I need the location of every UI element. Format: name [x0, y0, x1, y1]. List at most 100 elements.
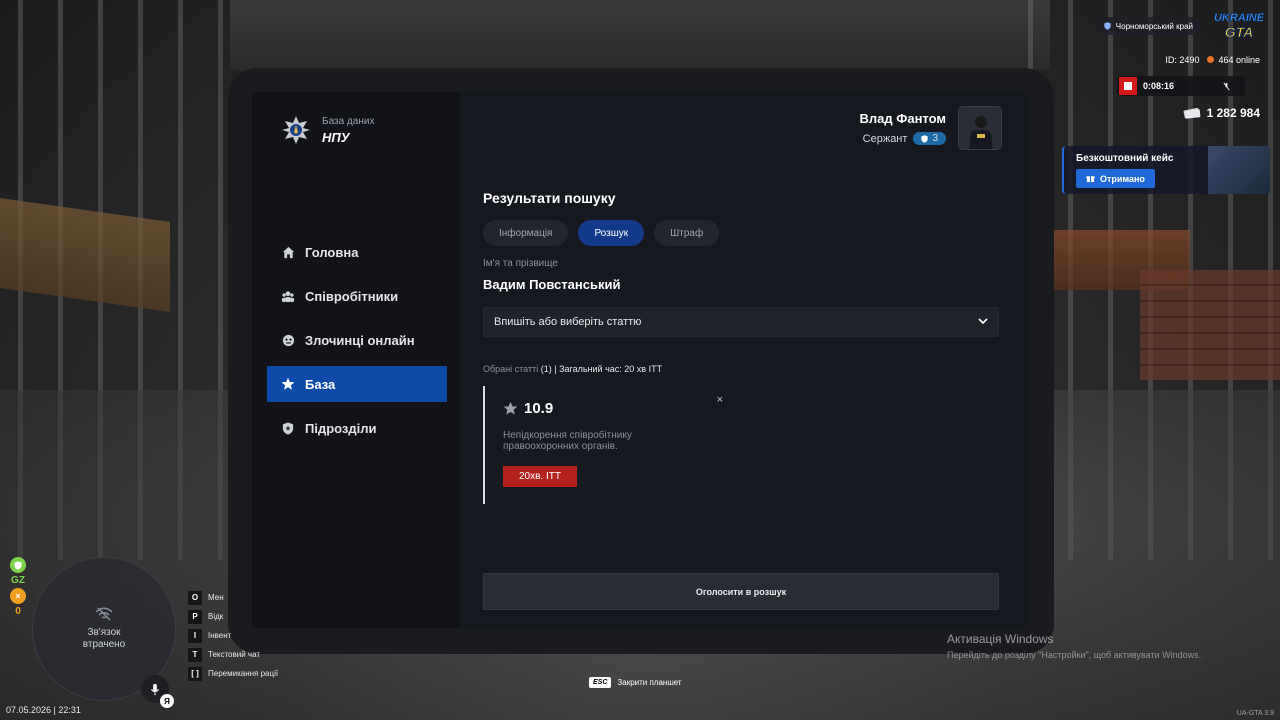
article-number: 10.9	[524, 400, 554, 417]
sidebar-item-label: Підрозділи	[305, 420, 377, 436]
wanted-level-icon: ×	[10, 588, 26, 604]
article-header: 10.9	[503, 400, 553, 417]
key-badge: O	[188, 590, 202, 605]
home-icon	[281, 245, 295, 259]
free-case-card: Безкоштовний кейс Отримано	[1062, 146, 1270, 194]
sidebar-item-employees[interactable]: Співробітники	[267, 278, 447, 314]
sidebar-item-criminals-online[interactable]: Злочинці онлайн	[267, 322, 447, 358]
wanted-level-value: 0	[15, 606, 21, 617]
gz-label: GZ	[11, 575, 25, 586]
online-count: 464 online	[1207, 55, 1260, 65]
gift-icon	[1086, 176, 1095, 183]
mic-icon	[151, 683, 159, 695]
brick-wall	[1140, 270, 1280, 380]
keybind-row: P Відк	[188, 607, 278, 626]
person-name: Вадим Повстанський	[483, 277, 621, 292]
sidebar-item-home[interactable]: Головна	[267, 234, 447, 270]
key-badge: [ ]	[188, 666, 202, 681]
case-button-label: Отримано	[1100, 173, 1145, 184]
star-icon	[281, 377, 295, 391]
esc-key-badge: ESC	[589, 677, 612, 688]
activation-title: Активація Windows	[947, 632, 1054, 646]
online-label: 464 online	[1218, 55, 1260, 65]
summary-count: (1)	[540, 364, 552, 374]
money-display: 1 282 984	[1183, 106, 1260, 120]
player-id: ID: 2490	[1165, 55, 1200, 65]
keybind-row: O Мен	[188, 588, 278, 607]
close-tablet-hint: ESC Закрити планшет	[589, 677, 682, 688]
police-emblem-icon	[280, 114, 312, 146]
keybind-row: I Інвент	[188, 626, 278, 645]
online-dot-icon	[1207, 56, 1215, 63]
case-claimed-button[interactable]: Отримано	[1076, 169, 1155, 188]
tab-fine[interactable]: Штраф	[654, 220, 720, 246]
shield-status-icon	[10, 557, 26, 573]
article-select-placeholder: Впишіть або виберіть статтю	[494, 316, 642, 328]
timer-value: 0:08:16	[1143, 81, 1175, 91]
brand: База даних НПУ	[280, 114, 374, 146]
keybind-label: Мен	[208, 593, 224, 602]
case-image	[1208, 146, 1270, 194]
game-version: UA-GTA 3.9	[1236, 710, 1274, 717]
shield-icon	[1104, 22, 1111, 30]
sidebar-item-database[interactable]: База	[267, 366, 447, 402]
status-indicators: GZ × 0	[9, 557, 27, 617]
brand-title: НПУ	[322, 129, 350, 145]
keybind-label: Відк	[208, 612, 224, 621]
date-time: 07.05.2026 | 22:31	[6, 705, 81, 715]
keybind-row: T Текстовий чат	[188, 645, 278, 664]
key-badge: P	[188, 609, 202, 624]
sidebar-item-label: База	[305, 376, 336, 392]
selected-articles-summary: Обрані статті (1) | Загальний час: 20 хв…	[483, 364, 662, 374]
player-info: ID: 2490 464 online	[1165, 55, 1260, 65]
star-icon	[503, 401, 518, 415]
summary-total: | Загальний час: 20 хв ІТТ	[554, 364, 663, 374]
sidebar-item-departments[interactable]: Підрозділи	[267, 410, 447, 446]
close-tablet-label: Закрити планшет	[617, 678, 682, 687]
game-logo: UKRAINE GTA	[1212, 8, 1266, 42]
people-icon	[281, 289, 295, 303]
article-select[interactable]: Впишіть або виберіть статтю	[483, 307, 999, 337]
connection-lost-text: Зв'язок втрачено	[82, 627, 126, 650]
page-title: Результати пошуку	[483, 190, 616, 206]
tab-bar: Інформація Розшук Штраф	[483, 220, 720, 246]
keybind-row: [ ] Перемикання рації	[188, 664, 278, 683]
close-icon[interactable]: ×	[717, 394, 723, 406]
cash-icon	[1183, 107, 1200, 119]
case-title: Безкоштовний кейс	[1076, 153, 1174, 164]
article-description: Непідкорення співробітнику правоохоронни…	[503, 430, 632, 452]
money-value: 1 282 984	[1206, 106, 1260, 120]
region-name: Чорноморський край	[1115, 21, 1193, 31]
record-icon	[1119, 77, 1137, 95]
sidebar-nav: Головна Співробітники Злочинці онлайн Ба…	[267, 234, 447, 454]
declare-wanted-button[interactable]: Оголосити в розшук	[483, 573, 999, 610]
sidebar-item-label: Співробітники	[305, 288, 399, 304]
activation-subtitle: Перейдіть до розділу "Настройки", щоб ак…	[947, 650, 1202, 660]
sidebar: База даних НПУ Головна Співробітники Зло…	[252, 92, 460, 628]
mic-key-badge: Я	[160, 694, 174, 708]
summary-label: Обрані статті	[483, 364, 539, 374]
search-results-panel: Результати пошуку Інформація Розшук Штра…	[483, 92, 999, 628]
cell-wall	[230, 0, 1050, 70]
keybind-label: Текстовий чат	[208, 650, 261, 659]
tablet-screen: База даних НПУ Головна Співробітники Зло…	[252, 92, 1028, 628]
brand-subtitle: База даних	[322, 115, 375, 127]
keybind-label: Перемикання рації	[208, 669, 279, 678]
mic-off-icon	[1223, 82, 1230, 90]
shield-icon	[281, 421, 295, 435]
region-badge: Чорноморський край	[1095, 17, 1201, 35]
article-card: 10.9 × Непідкорення співробітнику правоо…	[483, 386, 733, 504]
mask-icon	[281, 333, 295, 347]
keybind-hints: O Мен P Відк I Інвент T Текстовий чат [ ] Пер…	[188, 588, 278, 683]
sidebar-item-label: Головна	[305, 244, 359, 260]
tab-information[interactable]: Інформація	[483, 220, 569, 246]
article-time-badge: 20хв. ІТТ	[503, 466, 577, 487]
tab-wanted[interactable]: Розшук	[578, 220, 645, 246]
name-label: Ім'я та прізвище	[483, 258, 558, 269]
svg-text:GTA: GTA	[1225, 24, 1254, 40]
chevron-down-icon	[978, 316, 988, 328]
recording-timer: 0:08:16	[1117, 76, 1245, 96]
wifi-off-icon	[95, 607, 113, 621]
key-badge: T	[188, 647, 202, 662]
keybind-label: Інвент	[208, 631, 232, 640]
